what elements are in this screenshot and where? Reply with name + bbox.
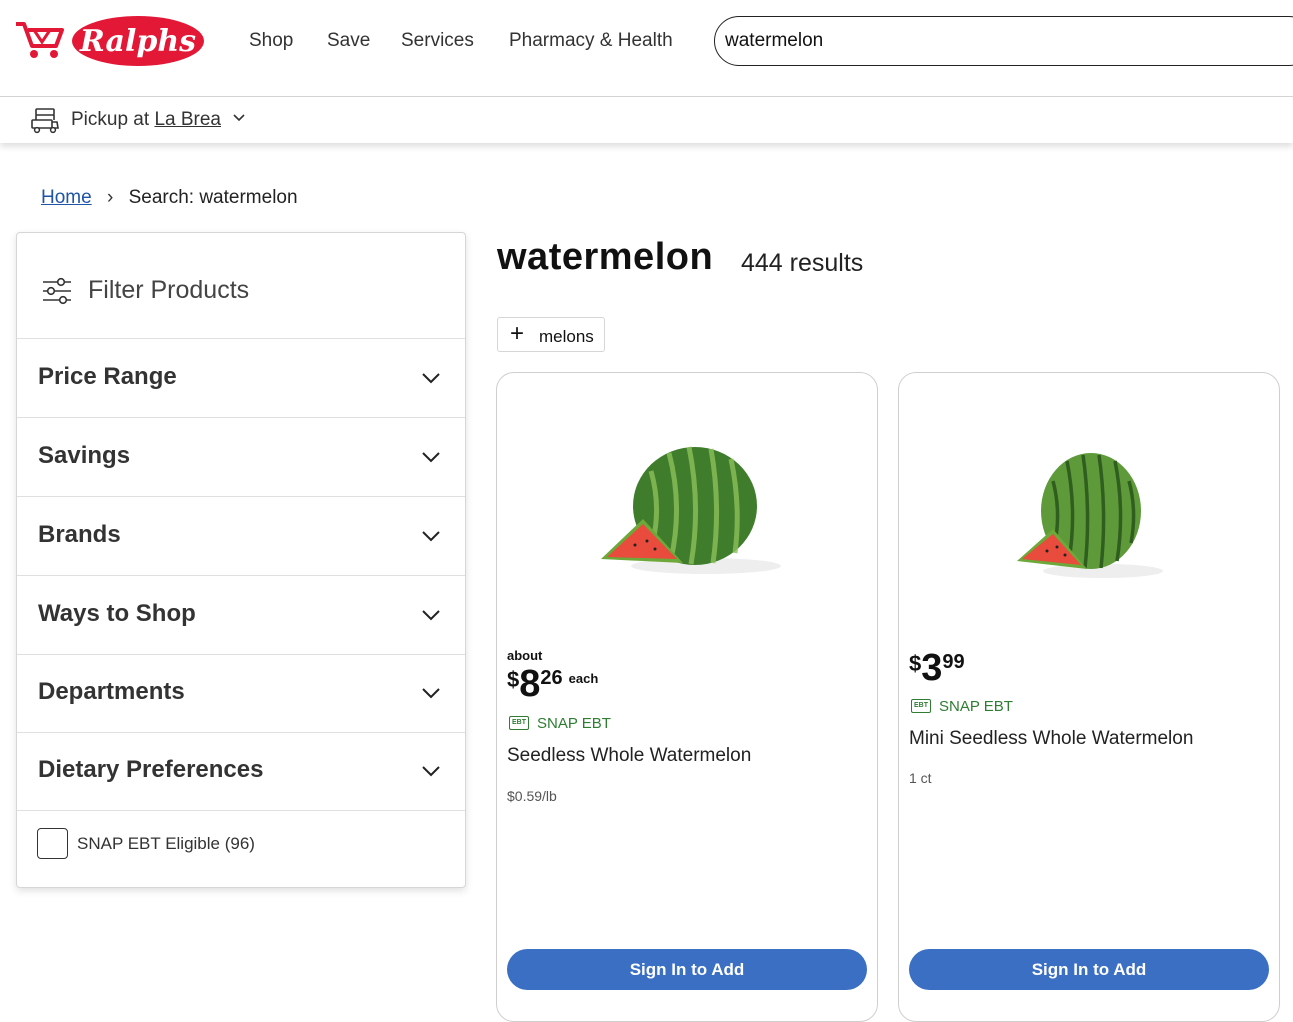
chevron-down-icon[interactable] (232, 113, 246, 123)
facet-label: Dietary Preferences (38, 756, 264, 783)
store-pickup-icon (31, 108, 59, 134)
nav-services[interactable]: Services (401, 30, 474, 52)
nav-pharmacy-health[interactable]: Pharmacy & Health (509, 30, 673, 52)
price-dollars: 3 (921, 647, 943, 689)
price-currency: $ (507, 667, 520, 692)
svg-text:Ralphs: Ralphs (79, 24, 196, 59)
price-cents: 26 (540, 667, 563, 689)
suggestion-chip-melons[interactable]: + melons (497, 317, 605, 352)
search-box (714, 16, 1293, 66)
pickup-prefix: Pickup at (71, 109, 150, 130)
facet-dietary-preferences[interactable]: Dietary Preferences (17, 732, 465, 811)
ebt-card-icon: EBT (509, 716, 529, 731)
ralphs-logo[interactable]: Ralphs (14, 14, 206, 68)
pickup-bar: Pickup at La Brea (0, 97, 1293, 143)
breadcrumb-separator: › (106, 187, 114, 208)
results-query: watermelon (497, 236, 714, 278)
sign-in-to-add-button[interactable]: Sign In to Add (507, 949, 867, 990)
product-image-mini-watermelon[interactable] (991, 433, 1191, 593)
filter-panel: Filter Products Price Range Savings Bran… (16, 232, 466, 888)
breadcrumb: Home › Search: watermelon (41, 187, 298, 209)
breadcrumb-home-link[interactable]: Home (41, 187, 92, 208)
snap-ebt-text: SNAP EBT (537, 715, 611, 732)
sign-in-to-add-button[interactable]: Sign In to Add (909, 949, 1269, 990)
snap-ebt-tag: EBT SNAP EBT (509, 715, 611, 732)
product-image-watermelon[interactable] (591, 431, 791, 591)
filter-header: Filter Products (17, 233, 465, 339)
chip-label: melons (539, 327, 594, 346)
breadcrumb-current: Search: watermelon (128, 187, 298, 208)
product-name[interactable]: Seedless Whole Watermelon (507, 745, 751, 767)
snap-ebt-label[interactable]: SNAP EBT Eligible (96) (77, 834, 255, 854)
product-unit-price: $0.59/lb (507, 788, 557, 804)
pickup-location[interactable]: Pickup at La Brea (71, 109, 221, 131)
results-count: 444 results (741, 249, 864, 277)
filter-title: Filter Products (88, 276, 250, 304)
facet-label: Departments (38, 678, 185, 705)
price-currency: $ (909, 651, 922, 676)
price-dollars: 8 (519, 663, 541, 705)
snap-ebt-filter: SNAP EBT Eligible (96) (37, 828, 437, 860)
price-unit: each (568, 671, 599, 686)
product-price: $826 each (507, 665, 598, 703)
facet-label: Brands (38, 521, 121, 548)
product-unit-count: 1 ct (909, 770, 932, 786)
snap-ebt-checkbox[interactable] (37, 828, 68, 859)
chevron-down-icon (422, 766, 440, 777)
chevron-down-icon (422, 610, 440, 621)
nav-save[interactable]: Save (327, 30, 370, 52)
facet-departments[interactable]: Departments (17, 654, 465, 733)
pickup-store-link[interactable]: La Brea (154, 109, 221, 130)
chevron-down-icon (422, 531, 440, 542)
product-card[interactable]: $399 EBT SNAP EBT Mini Seedless Whole Wat… (898, 372, 1280, 1022)
nav-shop[interactable]: Shop (249, 30, 293, 52)
facet-label: Savings (38, 442, 131, 469)
ebt-card-icon: EBT (911, 699, 931, 714)
facet-label: Ways to Shop (38, 600, 196, 627)
price-cents: 99 (942, 651, 965, 673)
facet-savings[interactable]: Savings (17, 418, 465, 497)
site-header: Ralphs Shop Save Services Pharmacy & Hea… (0, 0, 1293, 97)
plus-icon: + (510, 320, 525, 347)
snap-ebt-tag: EBT SNAP EBT (911, 698, 1013, 715)
facet-price-range[interactable]: Price Range (17, 339, 465, 418)
chevron-down-icon (422, 688, 440, 699)
chevron-down-icon (422, 452, 440, 463)
facet-brands[interactable]: Brands (17, 497, 465, 576)
chevron-down-icon (422, 373, 440, 384)
product-name[interactable]: Mini Seedless Whole Watermelon (909, 728, 1193, 750)
filter-sliders-icon (43, 277, 71, 305)
search-input[interactable] (725, 17, 1293, 65)
facet-ways-to-shop[interactable]: Ways to Shop (17, 576, 465, 655)
price-about-label: about (507, 648, 543, 663)
product-card[interactable]: about $826 each EBT SNAP EBT Seedless Whol… (496, 372, 878, 1022)
facet-label: Price Range (38, 363, 177, 390)
product-price: $399 (909, 649, 965, 687)
snap-ebt-text: SNAP EBT (939, 698, 1013, 715)
